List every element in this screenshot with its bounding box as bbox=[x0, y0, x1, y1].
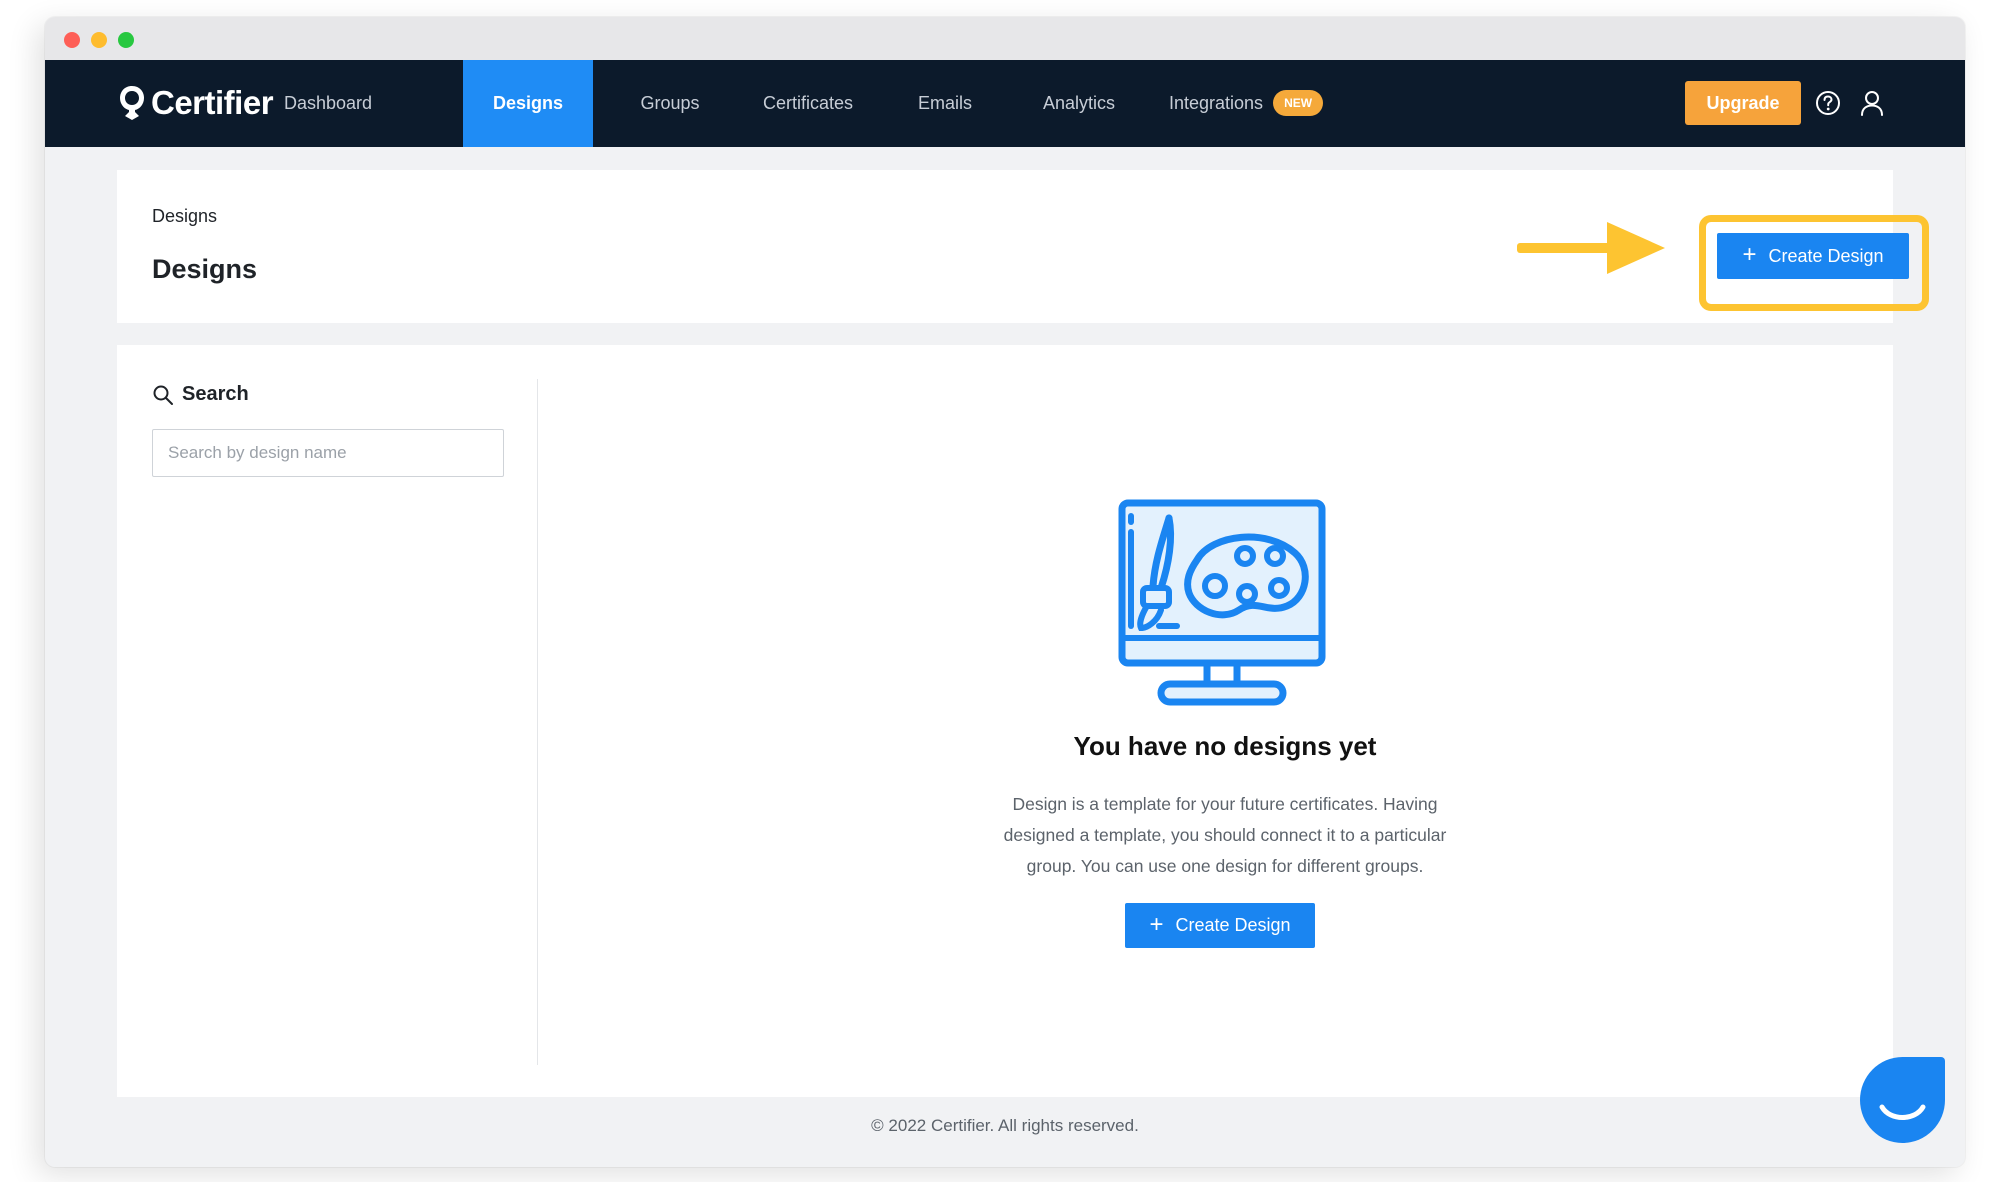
nav-emails[interactable]: Emails bbox=[907, 60, 983, 147]
nav-certificates[interactable]: Certificates bbox=[745, 60, 871, 147]
certifier-logo-icon bbox=[120, 86, 144, 120]
create-design-label: Create Design bbox=[1175, 915, 1291, 935]
brand-name: Certifier bbox=[151, 84, 274, 121]
search-heading: Search bbox=[152, 383, 249, 406]
browser-window: Certifier Dashboard Designs Groups Certi… bbox=[45, 17, 1965, 1167]
upgrade-button[interactable]: Upgrade bbox=[1685, 81, 1801, 125]
search-input[interactable] bbox=[152, 429, 504, 477]
chat-smile-icon bbox=[1879, 1104, 1926, 1120]
nav-dashboard[interactable]: Dashboard bbox=[257, 60, 399, 147]
create-design-header-button[interactable]: + Create Design bbox=[1717, 233, 1909, 279]
zoom-window-button[interactable] bbox=[118, 32, 134, 48]
nav-analytics[interactable]: Analytics bbox=[1027, 60, 1131, 147]
user-icon[interactable] bbox=[1857, 88, 1887, 118]
designs-content-card: Search You have no designs yet Design i bbox=[117, 345, 1893, 1097]
help-icon[interactable] bbox=[1813, 88, 1843, 118]
window-titlebar bbox=[45, 17, 1965, 60]
breadcrumb[interactable]: Designs bbox=[152, 206, 217, 227]
empty-state-title: You have no designs yet bbox=[1073, 731, 1377, 761]
new-badge: NEW bbox=[1273, 89, 1324, 116]
search-icon bbox=[153, 385, 173, 405]
panel-divider bbox=[537, 379, 538, 1065]
page-title: Designs bbox=[152, 254, 258, 284]
empty-state-description: Design is a template for your future cer… bbox=[1003, 794, 1447, 876]
plus-icon: + bbox=[1149, 910, 1164, 938]
close-window-button[interactable] bbox=[64, 32, 80, 48]
plus-icon: + bbox=[1742, 241, 1757, 268]
page-header-card: Designs Designs + Create Design bbox=[117, 170, 1929, 323]
nav-integrations-label: Integrations bbox=[1169, 93, 1264, 113]
top-navbar: Certifier Dashboard Designs Groups Certi… bbox=[45, 60, 1965, 147]
nav-integrations[interactable]: Integrations NEW bbox=[1169, 60, 1339, 147]
nav-groups[interactable]: Groups bbox=[625, 60, 715, 147]
pointer-arrow-icon bbox=[1517, 222, 1665, 274]
nav-designs[interactable]: Designs bbox=[463, 60, 593, 147]
create-design-label: Create Design bbox=[1768, 245, 1884, 266]
brand-logo[interactable]: Certifier bbox=[117, 82, 274, 124]
chat-widget-button[interactable] bbox=[1860, 1057, 1945, 1143]
create-design-button[interactable]: + Create Design bbox=[1125, 903, 1315, 948]
search-label: Search bbox=[182, 383, 249, 405]
footer-copyright: © 2022 Certifier. All rights reserved. bbox=[871, 1116, 1139, 1135]
design-palette-monitor-icon bbox=[1118, 499, 1326, 706]
minimize-window-button[interactable] bbox=[91, 32, 107, 48]
